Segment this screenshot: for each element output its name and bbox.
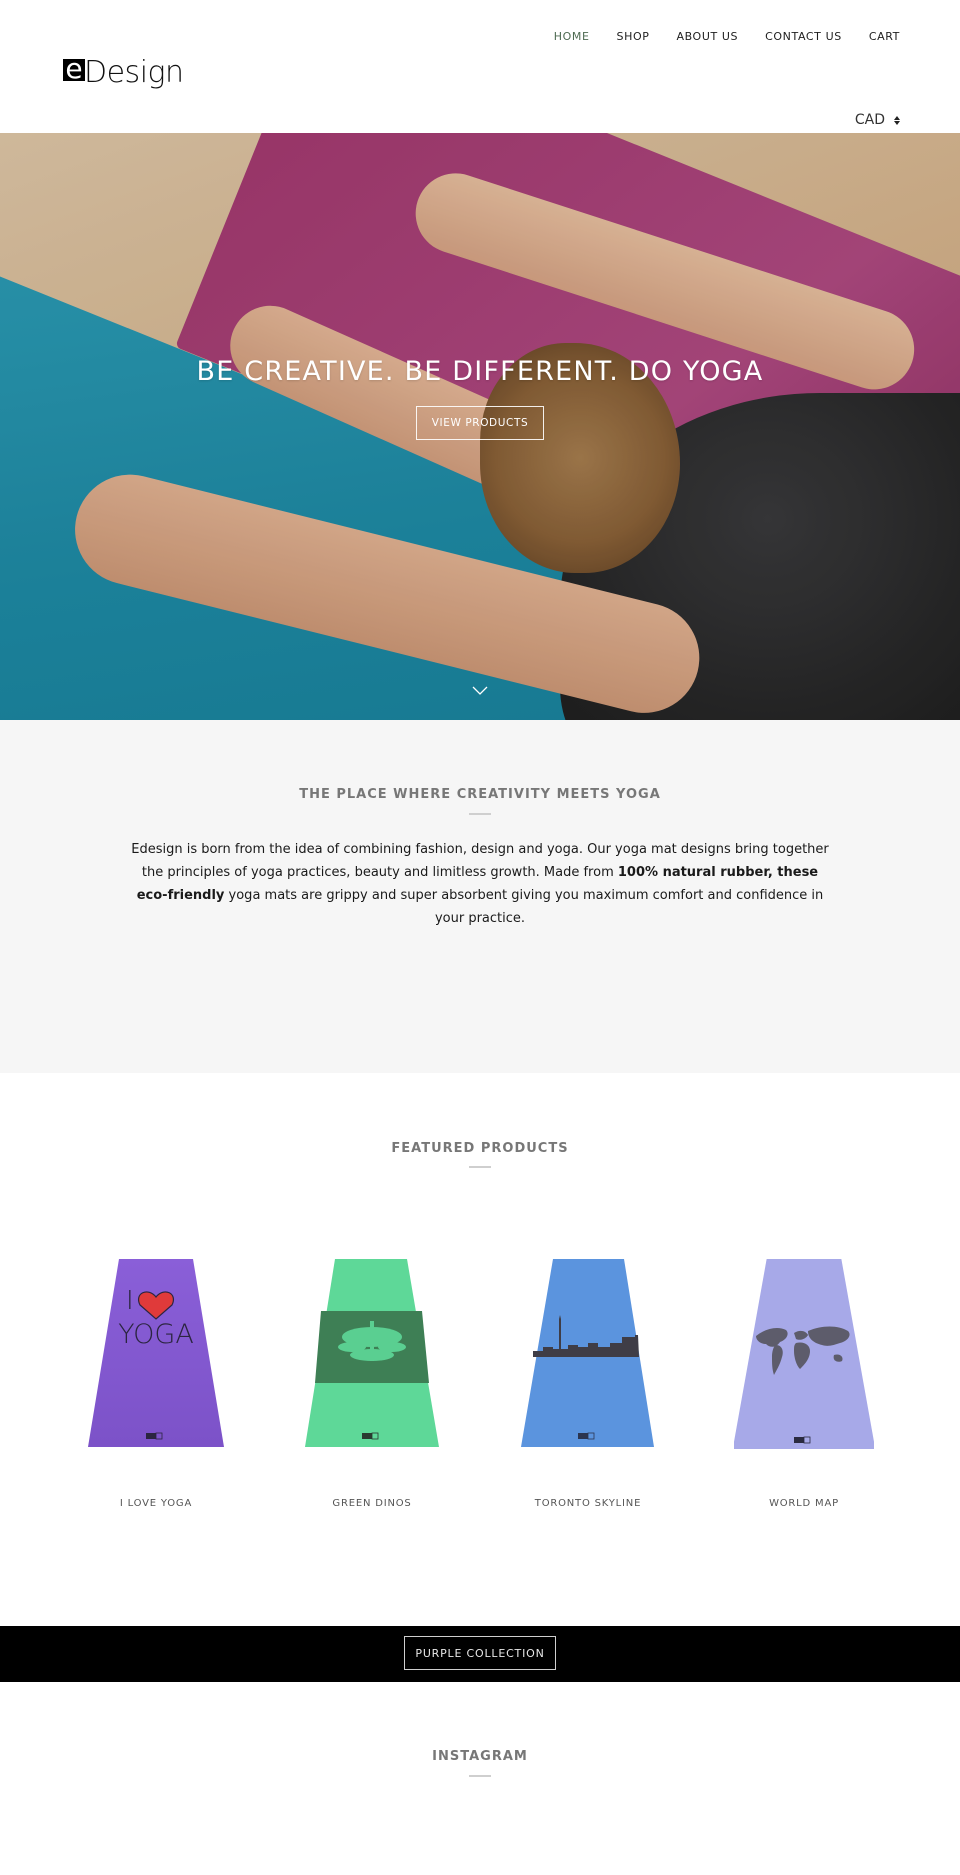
nav-home[interactable]: HOME <box>554 30 590 43</box>
title-divider <box>469 1775 491 1777</box>
purple-collection-button[interactable]: PURPLE COLLECTION <box>404 1636 556 1670</box>
featured-products-title: FEATURED PRODUCTS <box>391 1141 569 1156</box>
svg-text:I: I <box>126 1286 134 1316</box>
product-image: I YOGA <box>88 1259 224 1447</box>
product-image <box>734 1259 874 1449</box>
main-nav: HOME SHOP ABOUT US CONTACT US CART <box>527 30 900 43</box>
product-grid: I YOGA I LOVE YOGA GREEN DINOS TORONTO S… <box>48 1250 912 1520</box>
site-header: e Design HOME SHOP ABOUT US CONTACT US C… <box>0 0 960 133</box>
product-name: TORONTO SKYLINE <box>534 1498 642 1509</box>
product-image <box>521 1259 654 1447</box>
select-arrows-icon <box>894 115 900 125</box>
svg-text:YOGA: YOGA <box>118 1319 194 1350</box>
hero-banner: BE CREATIVE. BE DIFFERENT. DO YOGA VIEW … <box>0 133 960 720</box>
product-name: GREEN DINOS <box>332 1498 412 1509</box>
chevron-down-icon[interactable] <box>472 686 488 696</box>
collection-banner: PURPLE COLLECTION <box>0 1626 960 1682</box>
product-card-toronto-skyline[interactable]: TORONTO SKYLINE <box>480 1250 696 1520</box>
logo[interactable]: e Design <box>63 47 184 88</box>
product-card-i-love-yoga[interactable]: I YOGA I LOVE YOGA <box>48 1250 264 1520</box>
about-text: Edesign is born from the idea of combini… <box>131 842 829 926</box>
nav-shop[interactable]: SHOP <box>617 30 650 43</box>
nav-about-us[interactable]: ABOUT US <box>676 30 738 43</box>
product-card-world-map[interactable]: WORLD MAP <box>696 1250 912 1520</box>
about-title: THE PLACE WHERE CREATIVITY MEETS YOGA <box>299 787 661 802</box>
product-image <box>305 1259 439 1447</box>
instagram-title: INSTAGRAM <box>432 1749 528 1764</box>
product-name: I LOVE YOGA <box>119 1498 193 1509</box>
nav-cart[interactable]: CART <box>869 30 900 43</box>
nav-contact-us[interactable]: CONTACT US <box>765 30 842 43</box>
logo-text: Design <box>84 55 184 90</box>
currency-value: CAD <box>854 112 885 128</box>
hero-title: BE CREATIVE. BE DIFFERENT. DO YOGA <box>196 356 764 387</box>
currency-select[interactable]: CAD <box>855 112 900 128</box>
view-products-button[interactable]: VIEW PRODUCTS <box>416 406 544 440</box>
title-divider <box>469 1166 491 1168</box>
logo-mark: e <box>63 54 85 82</box>
title-divider <box>469 813 491 815</box>
about-section: THE PLACE WHERE CREATIVITY MEETS YOGA Ed… <box>0 720 960 1073</box>
product-card-green-dinos[interactable]: GREEN DINOS <box>264 1250 480 1520</box>
product-name: WORLD MAP <box>769 1498 839 1509</box>
